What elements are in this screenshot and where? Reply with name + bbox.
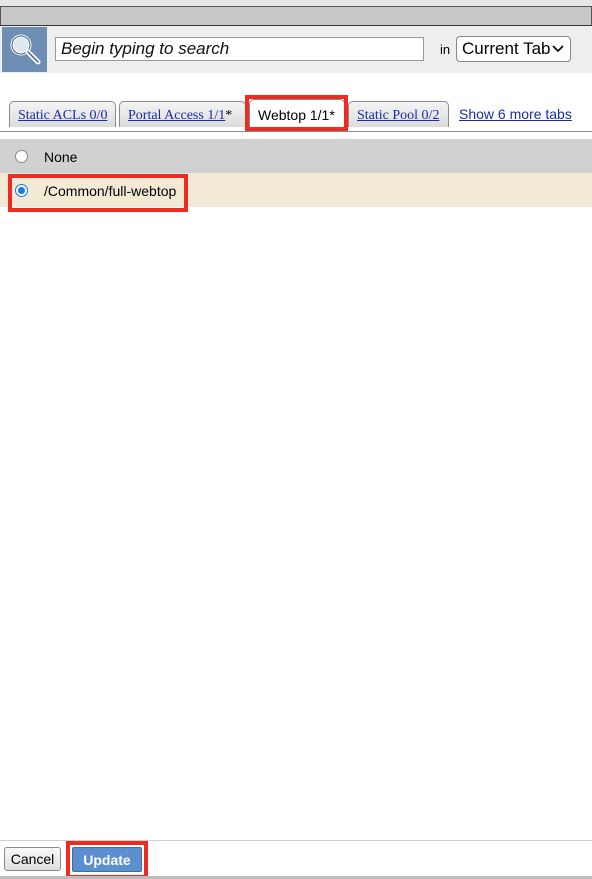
highlight-annotation-tab (245, 95, 348, 131)
search-input[interactable] (55, 37, 424, 61)
search-icon[interactable] (2, 27, 47, 72)
radio-none[interactable] (15, 150, 28, 163)
chevron-down-icon (552, 40, 564, 63)
show-more-tabs-link[interactable]: Show 6 more tabs (459, 106, 572, 122)
option-label-none: None (44, 149, 78, 165)
title-bar (0, 6, 592, 26)
option-row-none[interactable]: None (0, 139, 592, 173)
cancel-button[interactable]: Cancel (4, 847, 61, 871)
tab-portal-access-label[interactable]: Portal Access 1/1 (128, 108, 225, 123)
search-scope-select[interactable]: Current Tab (456, 36, 571, 62)
search-bar: in Current Tab (0, 26, 592, 73)
highlight-annotation-option (8, 174, 188, 212)
tab-portal-access-modified-marker: * (225, 108, 233, 123)
highlight-annotation-update (66, 841, 148, 879)
search-scope-label: in (440, 42, 451, 57)
tab-static-pool[interactable]: Static Pool 0/2 (348, 101, 449, 127)
search-scope-value: Current Tab (462, 39, 551, 58)
tab-static-acls-label[interactable]: Static ACLs 0/0 (18, 108, 107, 123)
tab-portal-access[interactable]: Portal Access 1/1* (119, 101, 246, 127)
tab-bar-divider (0, 131, 592, 132)
tab-static-pool-label[interactable]: Static Pool 0/2 (357, 108, 439, 123)
tab-static-acls[interactable]: Static ACLs 0/0 (9, 101, 116, 127)
